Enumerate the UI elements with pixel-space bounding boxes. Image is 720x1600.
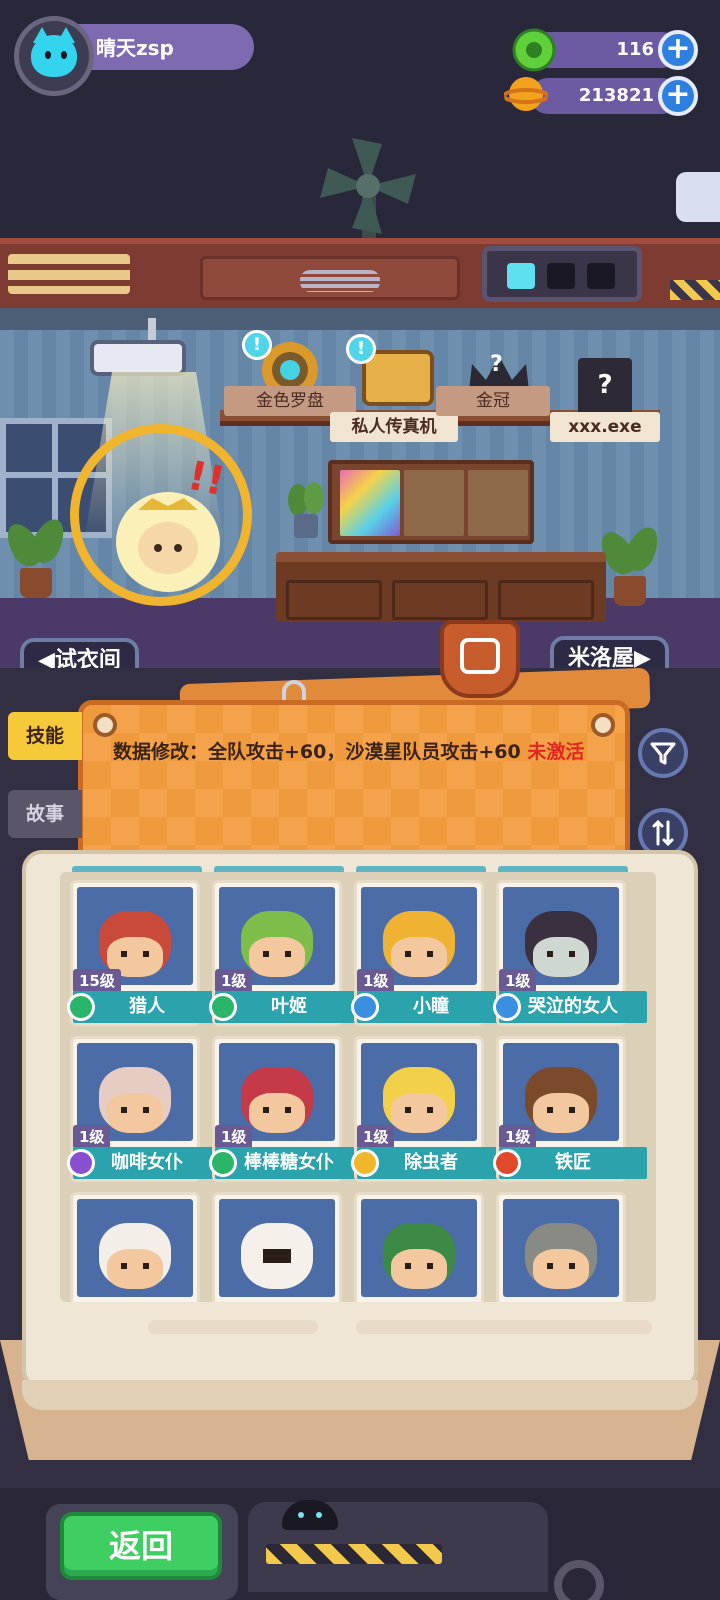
potted-plant-icon (594, 522, 665, 606)
desk-drawer (286, 580, 382, 620)
character-name: 棒棒糖女仆 (215, 1147, 363, 1179)
character-name: 咖啡女仆 (73, 1147, 221, 1179)
projector-icon (90, 340, 186, 376)
battery-cell-charged-icon (507, 263, 535, 289)
character-name: 除虫者 (357, 1147, 505, 1179)
role-leaf-icon (209, 993, 237, 1021)
battery-cell-empty-icon (587, 263, 615, 289)
showcase-label-fax: 私人传真机 (330, 412, 458, 442)
character-name: 小瞳 (357, 991, 505, 1023)
character-level: 1级 (357, 1125, 395, 1149)
skill-status: 未激活 (527, 741, 585, 763)
role-shield-icon (351, 1149, 379, 1177)
character-portrait (361, 1199, 477, 1297)
skill-board: 数据修改：全队攻击+60，沙漠星队员攻击+60 未激活 (78, 700, 630, 874)
role-water-icon (351, 993, 379, 1021)
role-water-icon (493, 993, 521, 1021)
fax-machine-icon[interactable] (362, 350, 434, 406)
character-card[interactable] (70, 1192, 200, 1302)
character-card[interactable]: 1级 除虫者 (351, 1036, 505, 1182)
character-card[interactable]: 1级 铁匠 (493, 1036, 647, 1182)
back-button[interactable]: 返回 (60, 1512, 222, 1580)
desk (276, 552, 606, 622)
room-wall-shadow (0, 308, 720, 330)
character-card[interactable]: 1级 叶姬 (209, 880, 363, 1026)
character-level: 1级 (215, 1125, 253, 1149)
skill-description: 数据修改：全队攻击+60，沙漠星队员攻击+60 未激活 (113, 739, 603, 765)
screw-icon (93, 713, 117, 737)
battery-cell-empty-icon (547, 263, 575, 289)
hazard-stripe (266, 1544, 442, 1564)
machine-grille (300, 270, 380, 292)
character-card[interactable]: 1级 咖啡女仆 (67, 1036, 221, 1182)
potted-plant-icon (0, 514, 71, 598)
character-portrait (219, 1199, 335, 1297)
battery-indicator (482, 246, 642, 302)
empty-photo-frame (468, 470, 528, 536)
filter-icon (650, 742, 676, 765)
showcase-label-file: xxx.exe (550, 412, 660, 442)
character-card[interactable]: 1级 棒棒糖女仆 (209, 1036, 363, 1182)
desk-drawer (392, 580, 488, 620)
character-card[interactable]: 15级 猎人 (67, 880, 221, 1026)
desk-drawer (498, 580, 594, 620)
character-name: 哭泣的女人 (499, 991, 647, 1023)
book-spine (22, 1380, 698, 1410)
add-coin-button[interactable]: + (658, 76, 698, 116)
character-card[interactable] (496, 1192, 626, 1302)
locked-item-mark: ? (490, 352, 503, 377)
character-level: 1级 (215, 969, 253, 993)
ceiling-fan-icon (320, 138, 416, 234)
character-level: 1级 (499, 1125, 537, 1149)
role-crystal-icon (67, 1149, 95, 1177)
cat-avatar-icon[interactable] (14, 16, 94, 96)
character-level: 1级 (73, 1125, 111, 1149)
character-card[interactable]: 1级 哭泣的女人 (493, 880, 647, 1026)
character-grid: 15级 猎人 1级 叶姬 1级 小瞳 1级 哭泣的女人 1级 咖啡女仆 1级 棒… (60, 872, 656, 1302)
alert-badge-icon: ! (346, 334, 376, 364)
showcase-label-crown: 金冠 (436, 386, 550, 416)
character-card[interactable] (354, 1192, 484, 1302)
faded-scribble (148, 1320, 318, 1334)
character-level: 1级 (499, 969, 537, 993)
tab-story[interactable]: 故事 (8, 790, 82, 838)
small-plant-icon (288, 482, 324, 538)
green-gem-icon (512, 28, 556, 72)
character-card[interactable]: 1级 小瞳 (351, 880, 505, 1026)
machine-vent (8, 254, 130, 294)
faded-scribble (356, 1320, 652, 1334)
sort-icon (652, 819, 674, 847)
player-name: 晴天zsp (96, 36, 174, 60)
screw-icon (591, 713, 615, 737)
chat-badge-icon[interactable] (440, 620, 520, 698)
character-name: 叶姬 (215, 991, 363, 1023)
add-gem-button[interactable]: + (658, 30, 698, 70)
character-card[interactable] (212, 1192, 342, 1302)
hazard-stripe (670, 280, 720, 300)
photo-frames (328, 460, 534, 544)
character-level: 15级 (73, 969, 121, 993)
character-portrait (503, 1199, 619, 1297)
filter-button[interactable] (638, 728, 688, 778)
alert-badge-icon: ! (242, 330, 272, 360)
skill-effect-text: 数据修改：全队攻击+60，沙漠星队员攻击+60 (113, 741, 528, 763)
character-photo-frame[interactable] (340, 470, 400, 536)
side-clip-icon[interactable] (676, 172, 720, 222)
character-name: 猎人 (73, 991, 221, 1023)
role-leaf-icon (209, 1149, 237, 1177)
character-level: 1级 (357, 969, 395, 993)
tab-skill[interactable]: 技能 (8, 712, 82, 760)
role-shield-icon (493, 1149, 521, 1177)
gold-planet-coin-icon (504, 77, 548, 111)
character-portrait (77, 1199, 193, 1297)
character-name: 铁匠 (499, 1147, 647, 1179)
role-leaf-icon (67, 993, 95, 1021)
empty-photo-frame (404, 470, 464, 536)
